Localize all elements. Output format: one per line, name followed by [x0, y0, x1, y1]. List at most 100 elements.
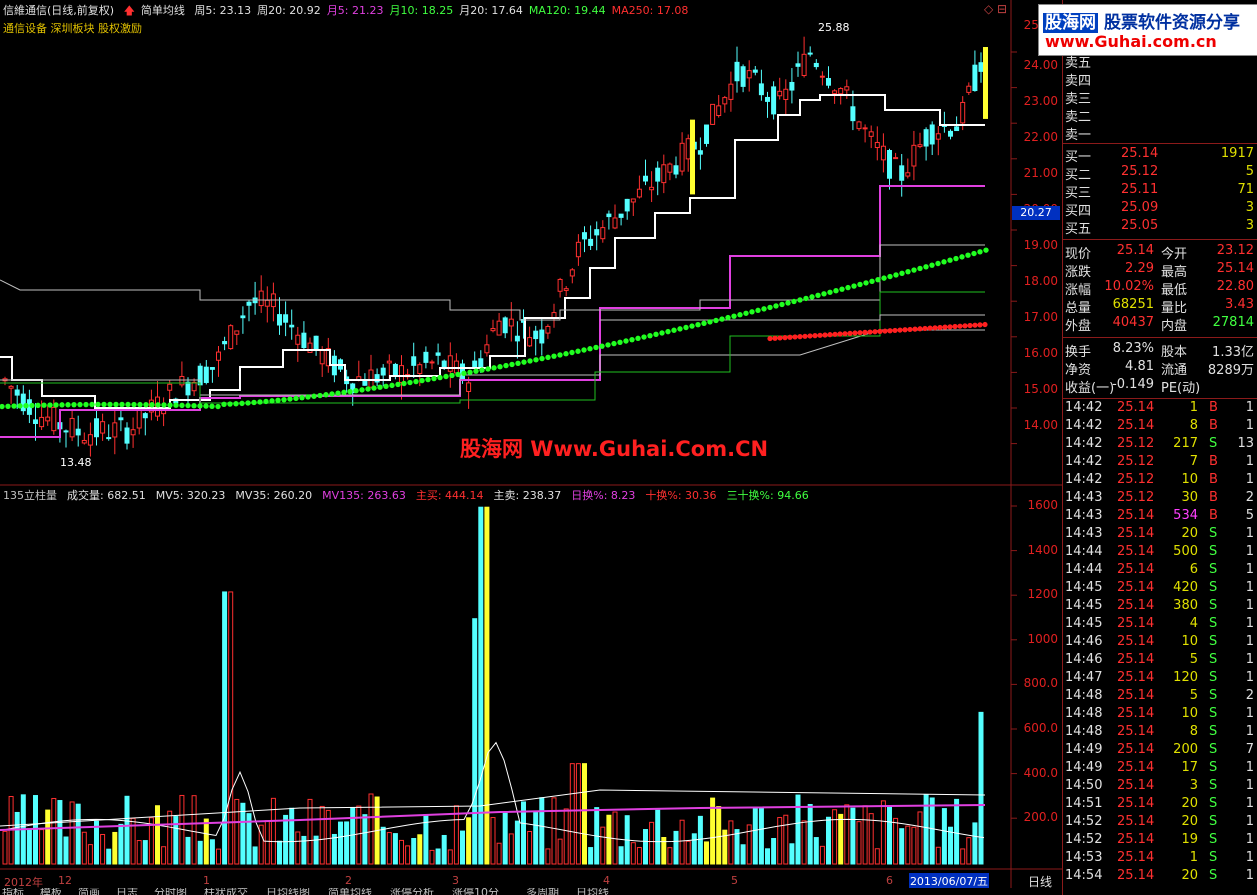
candle-body	[423, 351, 429, 363]
window-controls[interactable]: ◇ ⊟	[984, 2, 1007, 16]
quote-label: 涨幅	[1065, 283, 1092, 298]
bottom-tabs[interactable]: 指标 模板 简画 日志 分时图 柱状成交 日均线图 简单均线 涨停分析 涨停10分 多周期 日均线	[0, 888, 1062, 895]
candle-body	[789, 81, 795, 91]
candle-body	[972, 64, 978, 92]
fund-label: 收益(一)	[1065, 381, 1115, 396]
tick-volume: 8	[1189, 724, 1198, 739]
ask-label: 卖三	[1065, 92, 1092, 107]
ma120-dot	[677, 326, 683, 332]
ma120-dot	[53, 402, 59, 408]
panel-divider	[1063, 239, 1257, 240]
ma120-dot	[533, 357, 539, 363]
bottom-tab[interactable]: 分时图	[154, 888, 187, 895]
quote-panel: 股海网 股票软件资源分享 www.Guhai.com.cn 卖五 卖四 卖三 卖二 卖一买…	[1038, 0, 1257, 895]
ma120-dot	[797, 297, 803, 303]
volume-tick-label: 600.0	[1023, 721, 1058, 735]
ma120-dot	[179, 402, 185, 409]
price-tick-label: 22.00	[1023, 130, 1058, 144]
candle-body	[264, 299, 270, 307]
bottom-tab[interactable]: 多周期	[526, 888, 559, 895]
ma250-dot	[807, 333, 813, 339]
tick-row: 14:46 25.14 5 S 1	[1063, 652, 1257, 670]
tick-volume: 5	[1189, 652, 1198, 667]
volume-bar	[270, 797, 276, 865]
fund-label: 换手	[1065, 345, 1092, 360]
candle-body	[100, 421, 106, 434]
ma120-dot	[233, 401, 239, 407]
bottom-tab[interactable]: 柱状成交	[204, 888, 248, 895]
tick-count: 5	[1245, 508, 1254, 523]
tick-side: S	[1209, 688, 1218, 703]
bottom-tab[interactable]: 涨停分析	[390, 888, 434, 895]
ma120-dot	[269, 398, 275, 404]
ma120-dot	[767, 304, 773, 311]
tick-volume: 380	[1173, 598, 1198, 613]
ma120-dot	[593, 344, 599, 351]
ma250-dot	[857, 330, 863, 336]
candle-body	[771, 86, 777, 115]
volume-bar	[685, 840, 691, 865]
volume-bar	[441, 834, 447, 865]
volume-bar	[795, 794, 801, 865]
tick-row: 14:53 25.14 1 S 1	[1063, 850, 1257, 868]
candle-body	[618, 213, 624, 218]
ma120-dot	[971, 250, 977, 257]
ma250-dot	[952, 323, 958, 330]
site-logo: 股海网 股票软件资源分享 www.Guhai.com.cn	[1038, 4, 1257, 56]
ma-label: MA250: 17.08	[611, 4, 689, 17]
bottom-tab[interactable]: 日志	[116, 888, 138, 895]
candle-body	[258, 290, 264, 307]
quote-label: 量比	[1161, 301, 1188, 316]
date-tick-label: 2	[345, 874, 352, 887]
volume-bar	[496, 842, 502, 865]
volume-tick-label: 1400	[1027, 542, 1058, 557]
kline-chart-area[interactable]: 信維通信(日线,前复权) 🡅 简单均线 周5: 23.13 周20: 20.92 月5…	[0, 0, 1062, 895]
ma250-dot	[852, 330, 858, 336]
volume-bar	[466, 817, 472, 865]
candle-body	[94, 418, 99, 438]
volume-bar	[533, 811, 539, 865]
volume-bar	[960, 848, 966, 865]
tick-row: 14:44 25.14 6 S 1	[1063, 562, 1257, 580]
candle-body	[813, 62, 819, 68]
bottom-tab[interactable]: 日均线	[576, 888, 609, 895]
fund-label: PE(动)	[1161, 381, 1201, 396]
candle-body	[209, 367, 215, 370]
indicator-name[interactable]: 简单均线	[141, 4, 185, 17]
tick-volume: 10	[1181, 634, 1198, 649]
ma120-dot	[647, 332, 653, 339]
tick-volume: 6	[1189, 562, 1198, 577]
volume-bar	[447, 849, 453, 865]
ma120-dot	[89, 401, 95, 408]
fund-label: 净资	[1065, 363, 1092, 378]
quote-value: 68251	[1112, 297, 1154, 312]
ma120-dot	[221, 401, 227, 408]
candle-body	[777, 90, 783, 97]
volume-bar	[758, 807, 764, 865]
bottom-tab[interactable]: 简画	[78, 888, 100, 895]
ma-label: 周20: 20.92	[257, 4, 321, 17]
candle-body	[289, 324, 295, 328]
bottom-tab[interactable]: 涨停10分	[452, 888, 499, 895]
tick-price: 25.12	[1117, 454, 1155, 469]
ma120-dot	[509, 361, 515, 368]
ma120-dot	[569, 349, 575, 356]
volume-bar	[283, 814, 289, 865]
bottom-tab[interactable]: 指标	[2, 888, 24, 895]
bottom-tab[interactable]: 日均线图	[266, 888, 310, 895]
ma120-dot	[719, 316, 725, 322]
tick-time: 14:47	[1065, 670, 1103, 685]
volume-tick-label: 1600	[1027, 498, 1058, 512]
candle-body	[39, 416, 45, 428]
volume-bar	[472, 618, 478, 865]
ma120-dot	[899, 270, 905, 277]
fund-label: 股本	[1161, 345, 1188, 360]
bottom-tab[interactable]: 模板	[40, 888, 62, 895]
ma120-dot	[185, 402, 191, 409]
ma120-dot	[203, 403, 209, 409]
ma-label: 月5: 21.23	[326, 4, 384, 17]
ask-row: 卖五	[1063, 52, 1257, 71]
bottom-tab[interactable]: 简单均线	[328, 888, 372, 895]
bid-label: 买三	[1065, 186, 1092, 201]
volume-bar	[612, 811, 618, 865]
